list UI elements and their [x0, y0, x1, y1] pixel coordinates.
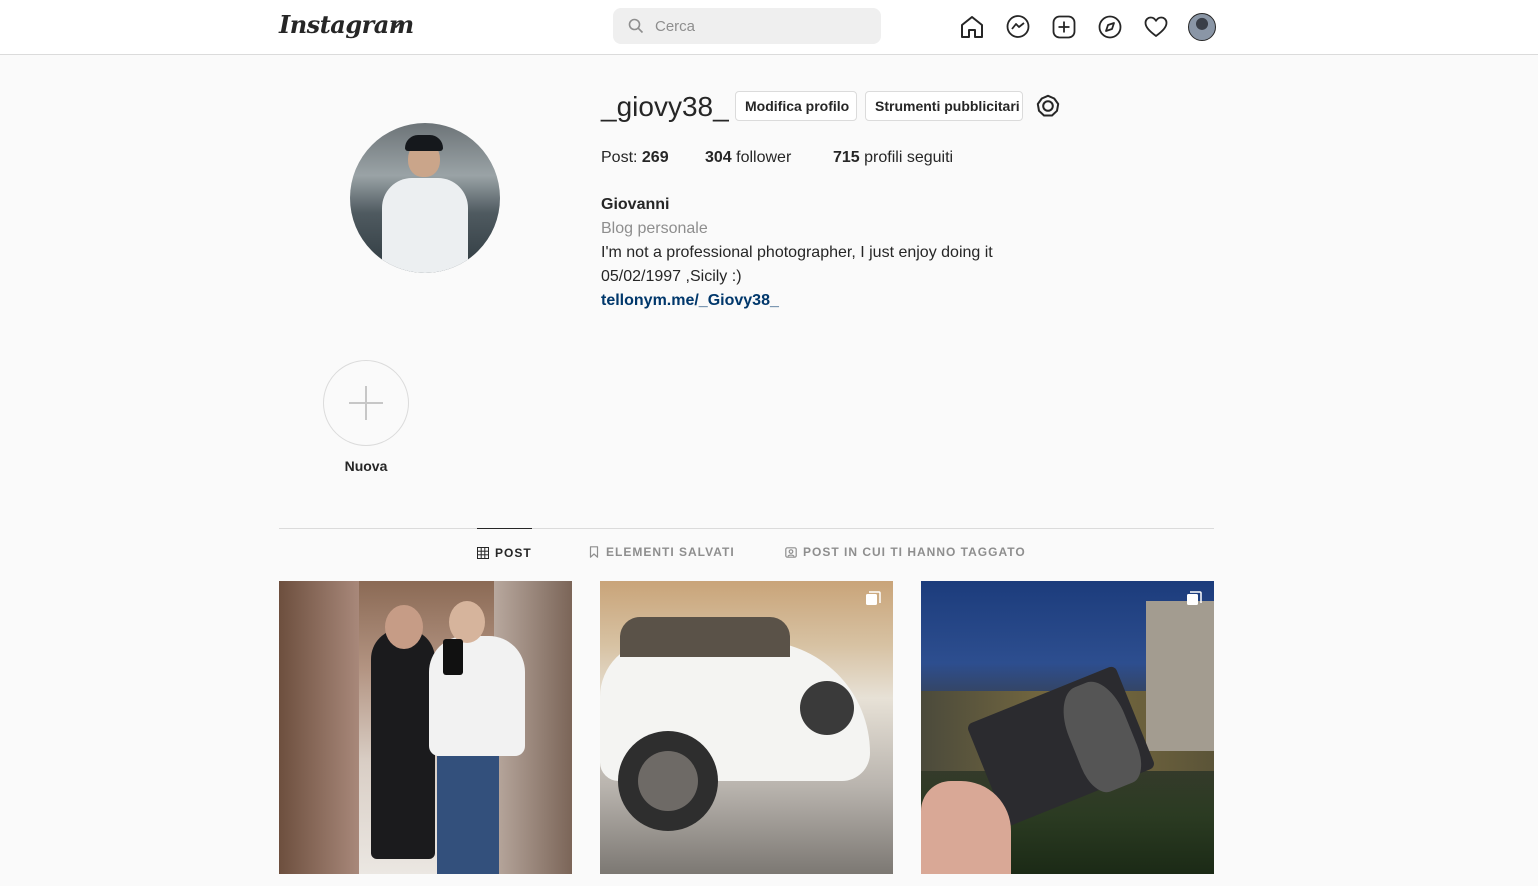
- bio-text-line: I'm not a professional photographer, I j…: [601, 244, 993, 261]
- home-icon[interactable]: [958, 13, 986, 41]
- multiple-photos-icon: [866, 591, 881, 605]
- photo-shape: [1146, 601, 1214, 751]
- highlight-ring: [323, 360, 409, 446]
- bookmark-icon: [589, 546, 599, 558]
- tab-label: ELEMENTI SALVATI: [606, 545, 735, 559]
- followers-number: 304: [705, 149, 732, 166]
- photo-shape: [443, 639, 463, 675]
- bio-category: Blog personale: [601, 220, 708, 237]
- tab-label: POST IN CUI TI HANNO TAGGATO: [803, 545, 1026, 559]
- following-label: profili seguiti: [859, 149, 954, 166]
- avatar: [1188, 13, 1216, 41]
- photo-shape: [437, 756, 499, 874]
- profile-menu-avatar[interactable]: [1188, 13, 1216, 41]
- activity-heart-icon[interactable]: [1142, 13, 1170, 41]
- multiple-photos-icon: [1187, 591, 1202, 605]
- bio-text-line: 05/02/1997 ,Sicily :): [601, 268, 742, 285]
- photo-shape: [620, 617, 790, 657]
- highlight-label: Nuova: [344, 458, 388, 474]
- photo-shape: [371, 629, 435, 859]
- bio-full-name: Giovanni: [601, 196, 670, 213]
- post-thumbnail[interactable]: [921, 581, 1214, 874]
- photo-shape: [638, 751, 698, 811]
- top-navigation-bar: Instagram: [0, 0, 1538, 55]
- photo-shape: [385, 605, 423, 649]
- plus-icon: [349, 386, 383, 420]
- tab-tagged[interactable]: POST IN CUI TI HANNO TAGGATO: [785, 528, 1026, 576]
- gear-icon[interactable]: [1036, 94, 1060, 118]
- following-link[interactable]: 715 profili seguiti: [833, 149, 953, 167]
- search-box[interactable]: [613, 8, 881, 44]
- profile-tabs: POST ELEMENTI SALVATI POST IN CUI TI HAN…: [279, 528, 1214, 578]
- photo-shape: [405, 135, 443, 151]
- chevron-down-icon[interactable]: [389, 18, 403, 32]
- post-grid: [279, 581, 1214, 886]
- photo-shape: [449, 601, 485, 643]
- posts-count: Post: 269: [601, 149, 669, 167]
- profile-bio: Giovanni Blog personale I'm not a profes…: [601, 193, 1121, 313]
- new-post-icon[interactable]: [1050, 13, 1078, 41]
- profile-picture[interactable]: [350, 123, 500, 273]
- post-thumbnail[interactable]: [279, 581, 572, 874]
- new-highlight-button[interactable]: Nuova: [323, 360, 409, 474]
- post-thumbnail[interactable]: [600, 581, 893, 874]
- search-icon: [628, 18, 644, 34]
- messenger-icon[interactable]: [1004, 13, 1032, 41]
- tab-posts[interactable]: POST: [477, 528, 532, 576]
- followers-link[interactable]: 304 follower: [705, 149, 791, 167]
- photo-shape: [279, 581, 359, 874]
- photo-shape: [800, 681, 854, 735]
- explore-icon[interactable]: [1096, 13, 1124, 41]
- profile-username: _giovy38_: [601, 91, 729, 122]
- followers-label: follower: [731, 149, 792, 166]
- tagged-icon: [785, 547, 797, 558]
- posts-number: 269: [641, 149, 669, 166]
- nav-icon-group: [958, 13, 1216, 41]
- ad-tools-button[interactable]: Strumenti pubblicitari: [865, 91, 1023, 121]
- grid-icon: [477, 546, 489, 559]
- bio-website-link[interactable]: tellonym.me/_Giovy38_: [601, 289, 1121, 313]
- search-input[interactable]: [655, 14, 865, 38]
- tab-saved[interactable]: ELEMENTI SALVATI: [588, 528, 735, 576]
- following-number: 715: [833, 149, 860, 166]
- posts-label: Post:: [601, 149, 642, 166]
- photo-shape: [382, 178, 468, 273]
- edit-profile-button[interactable]: Modifica profilo: [735, 91, 857, 121]
- tab-label: POST: [495, 545, 532, 560]
